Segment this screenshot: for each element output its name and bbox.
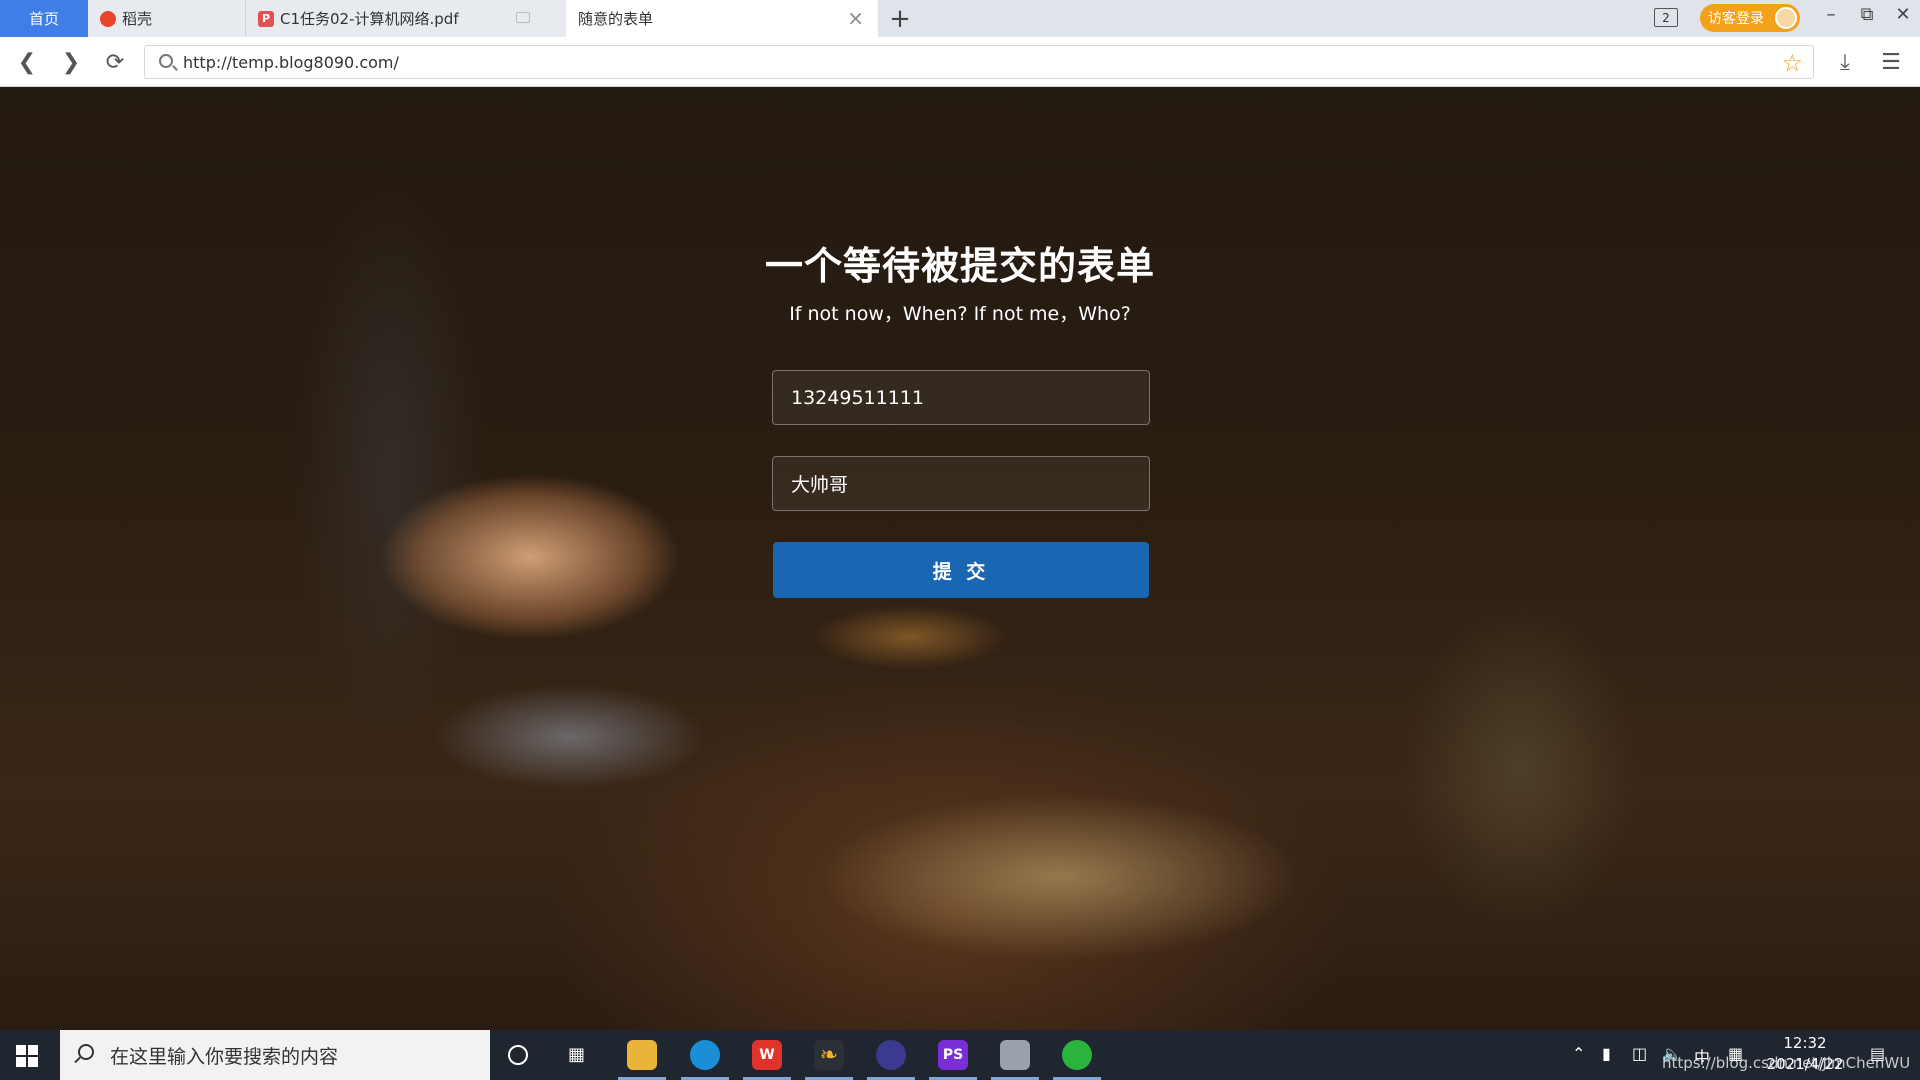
clock-time: 12:32 xyxy=(1783,1034,1827,1052)
wps-icon[interactable]: W xyxy=(752,1040,782,1070)
tab-home-label: 首页 xyxy=(28,10,59,28)
avatar-icon xyxy=(1775,7,1797,29)
windows-start-icon[interactable] xyxy=(16,1045,38,1067)
lark-app-icon[interactable]: ❧ xyxy=(814,1040,844,1070)
taskbar-search-placeholder: 在这里输入你要搜索的内容 xyxy=(110,1045,339,1068)
restore-icon[interactable]: ⧉ xyxy=(1852,4,1882,25)
visitor-login-button[interactable]: 访客登录 xyxy=(1700,4,1800,32)
back-icon[interactable]: ❮ xyxy=(14,49,40,75)
minimize-icon[interactable]: – xyxy=(1816,4,1846,25)
address-bar[interactable]: http://temp.blog8090.com/ ☆ xyxy=(144,45,1814,79)
page-viewport: 一个等待被提交的表单 If not now，When? If not me，Wh… xyxy=(0,87,1920,1030)
cortana-icon[interactable] xyxy=(508,1045,528,1065)
taskbar: 在这里输入你要搜索的内容 ▦ W ❧ PS ⌃ ▮ ◫ 🔈 中 ▦ 12:32 … xyxy=(0,1030,1920,1080)
close-window-icon[interactable]: ✕ xyxy=(1888,4,1918,25)
tab-count-icon[interactable]: 2 xyxy=(1654,8,1678,27)
menu-icon[interactable]: ☰ xyxy=(1878,49,1904,75)
tab-pdf[interactable]: P C1任务02-计算机网络.pdf xyxy=(246,0,566,37)
tab-strip: 首页 稻壳 P C1任务02-计算机网络.pdf 随意的表单 × + xyxy=(0,0,1920,37)
phone-input[interactable] xyxy=(772,370,1150,425)
close-tab-icon[interactable]: × xyxy=(847,8,864,28)
tab-daoke-label: 稻壳 xyxy=(122,10,153,28)
tab-pdf-label: C1任务02-计算机网络.pdf xyxy=(280,10,459,28)
tray-chevron-up-icon[interactable]: ⌃ xyxy=(1572,1044,1585,1063)
bookmark-star-icon[interactable]: ☆ xyxy=(1781,49,1803,77)
url-text: http://temp.blog8090.com/ xyxy=(183,52,399,72)
visitor-login-label: 访客登录 xyxy=(1708,11,1764,27)
eclipse-icon[interactable] xyxy=(876,1040,906,1070)
taskbar-search-icon xyxy=(78,1044,94,1060)
wechat-icon[interactable] xyxy=(1062,1040,1092,1070)
navigation-bar: ❮ ❯ ⟳ http://temp.blog8090.com/ ☆ ⤓ ☰ xyxy=(0,37,1920,87)
page-title: 一个等待被提交的表单 xyxy=(764,244,1155,288)
page-subtitle: If not now，When? If not me，Who? xyxy=(789,303,1131,325)
edge-icon[interactable] xyxy=(690,1040,720,1070)
tab-home[interactable]: 首页 xyxy=(0,0,88,37)
battery-icon[interactable]: ▮ xyxy=(1602,1044,1611,1063)
taskbar-search-box[interactable]: 在这里输入你要搜索的内容 xyxy=(60,1030,490,1080)
task-view-icon[interactable]: ▦ xyxy=(568,1044,590,1065)
file-explorer-icon[interactable] xyxy=(627,1040,657,1070)
pdf-icon: P xyxy=(258,10,274,27)
tool-app-icon[interactable] xyxy=(1000,1040,1030,1070)
name-input[interactable] xyxy=(772,456,1150,511)
new-tab-button[interactable]: + xyxy=(878,0,922,37)
tab-active-form[interactable]: 随意的表单 × xyxy=(566,0,878,37)
reload-icon[interactable]: ⟳ xyxy=(102,49,128,75)
csdn-watermark: https://blog.csdn.net/JimChenWU xyxy=(1662,1054,1911,1072)
forward-icon[interactable]: ❯ xyxy=(58,49,84,75)
daoke-icon xyxy=(100,10,116,27)
tab-daoke[interactable]: 稻壳 xyxy=(88,0,246,37)
download-icon[interactable]: ⤓ xyxy=(1832,49,1858,75)
tab-active-label: 随意的表单 xyxy=(578,10,654,28)
network-icon[interactable]: ◫ xyxy=(1632,1044,1647,1063)
search-icon xyxy=(159,54,173,68)
monitor-icon xyxy=(516,12,530,23)
submit-button[interactable]: 提 交 xyxy=(773,542,1149,598)
phpstorm-icon[interactable]: PS xyxy=(938,1040,968,1070)
